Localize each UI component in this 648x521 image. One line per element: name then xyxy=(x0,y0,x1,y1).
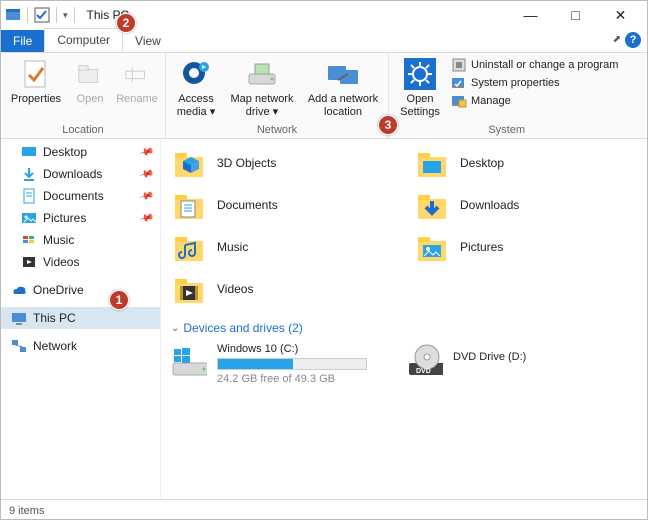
devices-section-header[interactable]: ⌄ Devices and drives (2) xyxy=(171,321,637,335)
add-network-location-button[interactable]: Add a network location xyxy=(304,57,382,119)
videos-folder-icon xyxy=(171,271,207,307)
pin-icon: 📌 xyxy=(138,166,154,182)
maximize-button[interactable]: □ xyxy=(553,2,598,28)
main-pane: 3D Objects Desktop Documents Downloads M… xyxy=(161,139,647,499)
tab-file[interactable]: File xyxy=(1,30,44,52)
pictures-folder-icon xyxy=(414,229,450,265)
folder-music[interactable]: Music xyxy=(171,229,394,265)
chevron-down-icon: ⌄ xyxy=(171,323,179,334)
pin-icon: 📌 xyxy=(138,188,154,204)
tab-computer[interactable]: Computer xyxy=(44,28,123,52)
documents-icon xyxy=(21,188,37,204)
quick-access-checkbox-icon[interactable] xyxy=(34,7,50,23)
annotation-badge-1: 1 xyxy=(109,290,129,310)
quick-down-icon[interactable]: ▾ xyxy=(63,10,68,21)
close-button[interactable]: ✕ xyxy=(598,2,643,28)
access-media-button[interactable]: Access media ▾ xyxy=(172,57,220,119)
manage-button[interactable]: Manage xyxy=(451,93,618,109)
drive-d[interactable]: DVD DVD Drive (D:) xyxy=(407,343,526,385)
pictures-icon xyxy=(21,210,37,226)
drive-c[interactable]: Windows 10 (C:) 24.2 GB free of 49.3 GB xyxy=(171,343,367,385)
folder-downloads[interactable]: Downloads xyxy=(414,187,637,223)
downloads-folder-icon xyxy=(414,187,450,223)
music-icon xyxy=(21,232,37,248)
sidebar-item-pictures[interactable]: Pictures📌 xyxy=(1,207,160,229)
sidebar-item-documents[interactable]: Documents📌 xyxy=(1,185,160,207)
add-location-icon xyxy=(304,57,382,91)
pin-icon: 📌 xyxy=(138,144,154,160)
ribbon: Properties Open Rename Location Access m… xyxy=(1,53,647,139)
folder-3d-objects[interactable]: 3D Objects xyxy=(171,145,394,181)
drive-c-free-text: 24.2 GB free of 49.3 GB xyxy=(217,373,367,385)
rename-icon xyxy=(115,57,159,91)
desktop-icon xyxy=(21,144,37,160)
drive-c-icon xyxy=(171,343,207,379)
documents-folder-icon xyxy=(171,187,207,223)
svg-text:DVD: DVD xyxy=(416,368,431,375)
map-network-drive-button[interactable]: Map network drive ▾ xyxy=(226,57,298,119)
sidebar-item-videos[interactable]: Videos xyxy=(1,251,160,273)
settings-icon xyxy=(395,57,445,91)
open-button[interactable]: Open xyxy=(71,57,109,106)
sidebar-item-music[interactable]: Music xyxy=(1,229,160,251)
network-icon xyxy=(11,338,27,354)
title-bar: ▾ This PC — □ ✕ xyxy=(1,1,647,29)
item-count: 9 items xyxy=(9,505,44,517)
3d-objects-icon xyxy=(171,145,207,181)
ribbon-group-network: Access media ▾ Map network drive ▾ Add a… xyxy=(166,53,389,138)
minimize-button[interactable]: — xyxy=(508,2,553,28)
status-bar: 9 items xyxy=(1,499,647,521)
dvd-drive-icon: DVD xyxy=(407,343,443,379)
ribbon-group-location: Properties Open Rename Location xyxy=(1,53,166,138)
minimize-ribbon-icon[interactable]: ⬈ xyxy=(613,34,621,45)
map-drive-icon xyxy=(226,57,298,91)
open-settings-button[interactable]: Open Settings xyxy=(395,57,445,119)
sidebar-item-onedrive[interactable]: OneDrive xyxy=(1,279,160,301)
properties-button[interactable]: Properties xyxy=(7,57,65,106)
downloads-icon xyxy=(21,166,37,182)
folder-videos[interactable]: Videos xyxy=(171,271,394,307)
app-icon xyxy=(5,7,21,23)
sidebar-item-downloads[interactable]: Downloads📌 xyxy=(1,163,160,185)
uninstall-icon xyxy=(451,57,467,73)
desktop-folder-icon xyxy=(414,145,450,181)
manage-icon xyxy=(451,93,467,109)
ribbon-group-system: Open Settings Uninstall or change a prog… xyxy=(389,53,624,138)
folder-pictures[interactable]: Pictures xyxy=(414,229,637,265)
folder-documents[interactable]: Documents xyxy=(171,187,394,223)
system-properties-button[interactable]: System properties xyxy=(451,75,618,91)
this-pc-icon xyxy=(11,310,27,326)
open-icon xyxy=(71,57,109,91)
videos-icon xyxy=(21,254,37,270)
system-properties-icon xyxy=(451,75,467,91)
sidebar-item-desktop[interactable]: Desktop📌 xyxy=(1,141,160,163)
annotation-badge-2: 2 xyxy=(116,13,136,33)
rename-button[interactable]: Rename xyxy=(115,57,159,106)
folder-desktop[interactable]: Desktop xyxy=(414,145,637,181)
onedrive-icon xyxy=(11,282,27,298)
sidebar-item-network[interactable]: Network xyxy=(1,335,160,357)
properties-icon xyxy=(7,57,65,91)
annotation-badge-3: 3 xyxy=(378,115,398,135)
drive-c-usage-bar xyxy=(217,358,367,370)
help-icon[interactable]: ? xyxy=(625,32,641,48)
navigation-pane: Desktop📌 Downloads📌 Documents📌 Pictures📌… xyxy=(1,139,161,499)
sidebar-item-this-pc[interactable]: This PC xyxy=(1,307,160,329)
tab-view[interactable]: View xyxy=(123,30,173,52)
pin-icon: 📌 xyxy=(138,210,154,226)
ribbon-tabs: File Computer View ⬈ ? xyxy=(1,29,647,53)
content-area: Desktop📌 Downloads📌 Documents📌 Pictures📌… xyxy=(1,139,647,499)
access-media-icon xyxy=(172,57,220,91)
drive-c-name: Windows 10 (C:) xyxy=(217,343,367,355)
uninstall-program-button[interactable]: Uninstall or change a program xyxy=(451,57,618,73)
music-folder-icon xyxy=(171,229,207,265)
drive-d-name: DVD Drive (D:) xyxy=(453,351,526,363)
